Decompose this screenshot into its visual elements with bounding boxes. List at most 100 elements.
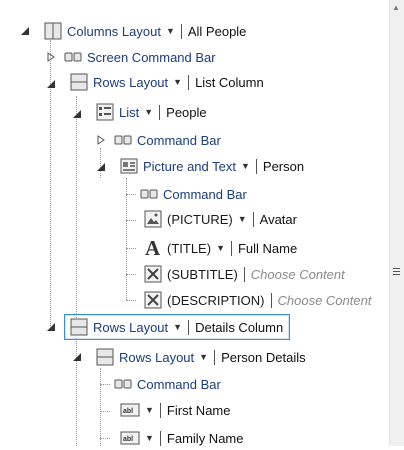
tree-node-list[interactable]: List ▼ People (96, 100, 207, 124)
tree-node-list-command-bar[interactable]: Command Bar (114, 128, 221, 152)
node-label: Columns Layout (67, 23, 161, 39)
svg-text:abl: abl (123, 436, 133, 443)
node-label: Command Bar (137, 132, 221, 148)
expanded-triangle-icon (21, 27, 29, 35)
separator (159, 402, 161, 418)
node-value[interactable]: Avatar (260, 212, 297, 227)
tree-node-first-name[interactable]: abl ▼ First Name (120, 398, 230, 422)
node-label: Screen Command Bar (87, 49, 216, 65)
node-label: Rows Layout (93, 319, 169, 335)
tree-node-family-name[interactable]: abl ▼ Family Name (120, 426, 244, 450)
tree-node-title[interactable]: A (TITLE) ▼ Full Name (144, 236, 297, 260)
dropdown-caret-icon[interactable]: ▼ (144, 107, 153, 117)
tree-node-description[interactable]: (DESCRIPTION) Choose Content (144, 288, 371, 312)
dropdown-caret-icon[interactable]: ▼ (216, 243, 225, 253)
node-value[interactable]: List Column (195, 75, 264, 90)
tree-node-pt-command-bar[interactable]: Command Bar (140, 182, 247, 206)
node-value[interactable]: Family Name (167, 431, 244, 446)
expand-toggle-picture-and-text[interactable] (96, 162, 106, 172)
choose-content-link[interactable]: Choose Content (278, 293, 372, 308)
node-label: List (119, 104, 140, 120)
tree-node-rows-layout-list[interactable]: Rows Layout ▼ List Column (70, 70, 264, 94)
tree-node-rows-layout-person[interactable]: Rows Layout ▼ Person Details (96, 345, 306, 369)
tree-node-columns-layout[interactable]: Columns Layout ▼ All People (44, 19, 246, 43)
svg-text:abl: abl (123, 408, 133, 415)
rows-layout-icon (70, 318, 88, 336)
node-value[interactable]: People (166, 105, 206, 120)
tree-node-picture-and-text[interactable]: Picture and Text ▼ Person (120, 154, 304, 178)
tree-guide-branch (126, 274, 136, 275)
tree-guide-branch (126, 300, 136, 301)
dropdown-caret-icon[interactable]: ▼ (145, 433, 154, 443)
text-box-icon: abl (120, 403, 140, 417)
expand-toggle-rows-layout-details[interactable] (46, 322, 56, 332)
dropdown-caret-icon[interactable]: ▼ (238, 214, 247, 224)
node-value[interactable]: Person Details (221, 350, 306, 365)
node-value[interactable]: Full Name (238, 241, 297, 256)
command-bar-icon (114, 135, 132, 145)
tree-guide-branch (126, 248, 136, 249)
separator (252, 211, 254, 227)
content-tree: Columns Layout ▼ All People Screen Comma… (0, 0, 390, 446)
dropdown-caret-icon[interactable]: ▼ (166, 26, 175, 36)
node-value[interactable]: First Name (167, 403, 231, 418)
node-value[interactable]: Details Column (195, 320, 283, 335)
node-label: (SUBTITLE) (167, 266, 238, 282)
dropdown-caret-icon[interactable]: ▼ (199, 352, 208, 362)
separator (180, 23, 182, 39)
node-label: (PICTURE) (167, 211, 233, 227)
tree-node-rows-layout-details[interactable]: Rows Layout ▼ Details Column (64, 314, 291, 340)
dropdown-caret-icon[interactable]: ▼ (173, 322, 182, 332)
node-value[interactable]: Person (263, 159, 304, 174)
choose-content-link[interactable]: Choose Content (251, 267, 345, 282)
expand-toggle-screen-command-bar[interactable] (46, 52, 56, 62)
tree-guide-branch (100, 411, 110, 412)
separator (270, 292, 272, 308)
scroll-up-icon[interactable]: ▲ (392, 3, 400, 12)
image-icon (144, 210, 162, 228)
dropdown-caret-icon[interactable]: ▼ (241, 161, 250, 171)
expanded-triangle-icon (73, 110, 81, 118)
dropdown-caret-icon[interactable]: ▼ (145, 405, 154, 415)
expand-toggle-rows-layout-person[interactable] (72, 352, 82, 362)
expand-toggle-columns-layout[interactable] (20, 26, 30, 36)
text-box-icon: abl (120, 431, 140, 445)
collapsed-triangle-icon (97, 135, 105, 145)
tree-guide-branch (100, 384, 110, 385)
expand-toggle-list-command-bar[interactable] (96, 135, 106, 145)
node-label: Command Bar (163, 186, 247, 202)
tree-guide-branch (100, 438, 110, 439)
dropdown-caret-icon[interactable]: ▼ (173, 77, 182, 87)
node-value[interactable]: All People (188, 24, 247, 39)
separator (230, 240, 232, 256)
expand-toggle-rows-layout-list[interactable] (46, 79, 56, 89)
expanded-triangle-icon (47, 323, 55, 331)
command-bar-icon (140, 189, 158, 199)
separator (188, 319, 190, 335)
node-label: (DESCRIPTION) (167, 292, 265, 308)
svg-text:A: A (145, 238, 161, 258)
tree-guide-line (100, 368, 101, 446)
tree-guide-branch (126, 220, 136, 221)
expanded-triangle-icon (97, 163, 105, 171)
node-label: (TITLE) (167, 240, 212, 256)
node-label: Command Bar (137, 376, 221, 392)
empty-content-x-icon (144, 291, 162, 309)
vertical-scrollbar[interactable]: ▲ (389, 0, 404, 446)
scrollbar-grip-icon[interactable] (393, 268, 400, 277)
expand-toggle-list[interactable] (72, 109, 82, 119)
tree-node-person-command-bar[interactable]: Command Bar (114, 372, 221, 396)
text-a-icon: A (144, 238, 162, 258)
tree-guide-line (126, 178, 127, 300)
node-label: Picture and Text (143, 158, 236, 174)
tree-node-picture[interactable]: (PICTURE) ▼ Avatar (144, 207, 297, 231)
tree-node-screen-command-bar[interactable]: Screen Command Bar (64, 45, 216, 69)
separator (159, 430, 161, 446)
node-label: Rows Layout (93, 74, 169, 90)
rows-layout-icon (96, 348, 114, 366)
picture-and-text-icon (120, 158, 138, 174)
tree-node-subtitle[interactable]: (SUBTITLE) Choose Content (144, 262, 345, 286)
separator (188, 74, 190, 90)
list-icon (96, 103, 114, 121)
command-bar-icon (64, 52, 82, 62)
